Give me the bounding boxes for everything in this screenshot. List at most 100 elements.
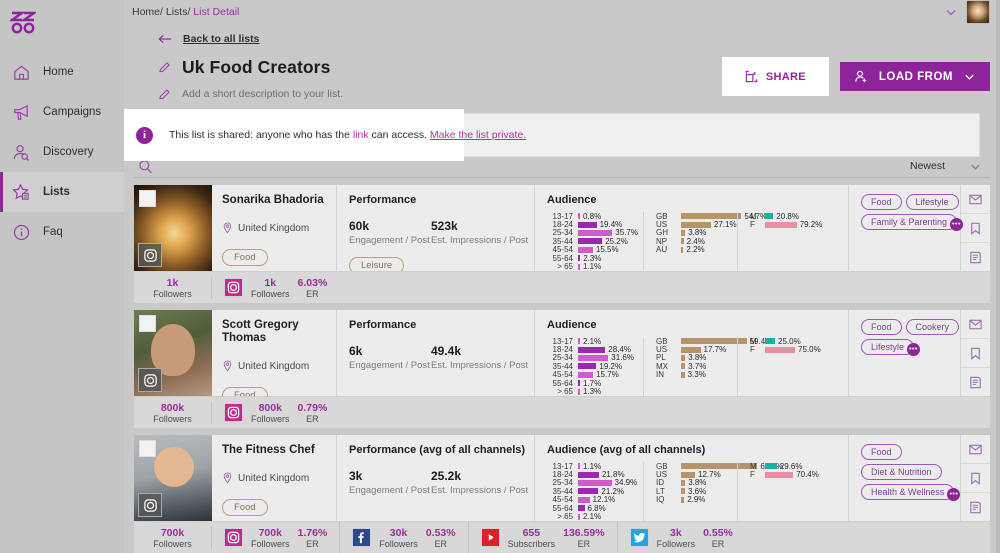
- action-message-button[interactable]: [961, 310, 990, 338]
- info-circle-icon: [13, 224, 30, 240]
- age-distribution-chart: 13-17 1.1% 18-24 21.8% 25-34 34.9% 35-44 21.2% 4…: [547, 462, 639, 521]
- sort-dropdown[interactable]: Newest: [910, 160, 990, 173]
- select-checkbox[interactable]: [139, 440, 156, 457]
- add-person-icon: [855, 71, 866, 83]
- breadcrumb-lists[interactable]: Lists/: [163, 6, 191, 18]
- instagram-icon[interactable]: [224, 528, 243, 547]
- action-message-button[interactable]: [961, 185, 990, 213]
- more-tags-badge[interactable]: •••: [907, 343, 921, 356]
- card-actions: [960, 435, 990, 521]
- influencer-location: United Kingdom: [222, 360, 336, 372]
- interest-tag[interactable]: Food: [861, 444, 902, 460]
- facebook-icon[interactable]: [352, 528, 371, 547]
- social-stat-group: 1k Followers 6.03% ER: [212, 272, 339, 304]
- category-tag[interactable]: Food: [222, 499, 268, 517]
- social-followers: 3k Followers: [657, 527, 696, 549]
- pencil-icon[interactable]: [158, 88, 171, 101]
- social-followers-caption: Followers: [251, 538, 290, 549]
- bar-fill: [578, 380, 580, 387]
- influencer-name[interactable]: The Fitness Chef: [222, 444, 336, 457]
- more-tags-badge[interactable]: •••: [950, 218, 964, 231]
- influencer-identity: The Fitness Chef United Kingdom Food: [212, 435, 336, 521]
- card-footer: 1k Followers 1k Followers 6.03% ER: [134, 271, 990, 303]
- social-stat-group: 700k Followers 1.76% ER: [212, 521, 341, 553]
- primary-network-badge[interactable]: [138, 493, 162, 517]
- interest-tags-section: Food Cookery Lifestyle •••: [848, 310, 960, 396]
- bar-fill: [578, 213, 580, 220]
- action-note-button[interactable]: [961, 492, 990, 521]
- bookmark-icon: [971, 347, 980, 360]
- more-tags-badge[interactable]: •••: [947, 488, 961, 501]
- action-bookmark-button[interactable]: [961, 463, 990, 492]
- chevron-down-icon: [965, 74, 974, 81]
- bar-label: > 65: [557, 262, 573, 272]
- bar-fill: [681, 479, 686, 486]
- youtube-icon[interactable]: [481, 528, 500, 547]
- interest-tag[interactable]: Food: [861, 194, 902, 210]
- action-bookmark-button[interactable]: [961, 213, 990, 242]
- action-message-button[interactable]: [961, 435, 990, 463]
- load-from-button[interactable]: LOAD FROM: [839, 62, 990, 92]
- app-logo[interactable]: [0, 0, 124, 46]
- influencer-name[interactable]: Scott Gregory Thomas: [222, 319, 336, 345]
- sidebar-item-faq[interactable]: Faq: [0, 212, 124, 252]
- banner-link[interactable]: link: [353, 129, 369, 141]
- location-label: United Kingdom: [238, 222, 310, 234]
- chevron-down-icon[interactable]: [944, 5, 958, 19]
- bar-fill: [681, 246, 684, 253]
- pencil-icon[interactable]: [158, 61, 171, 74]
- primary-network-badge[interactable]: [138, 243, 162, 267]
- interest-tag[interactable]: Lifestyle: [905, 194, 959, 210]
- sidebar-item-discovery[interactable]: Discovery: [0, 132, 124, 172]
- primary-network-badge[interactable]: [138, 368, 162, 392]
- app-root: Home Campaigns Discovery Lists Faq Home/…: [0, 0, 1000, 553]
- select-checkbox[interactable]: [139, 190, 156, 207]
- twitter-icon[interactable]: [630, 528, 649, 547]
- info-icon: i: [136, 126, 153, 144]
- bar-label: F: [750, 470, 755, 480]
- sort-value: Newest: [909, 160, 945, 173]
- interest-tag[interactable]: Family & Parenting •••: [861, 214, 964, 231]
- influencer-name[interactable]: Sonarika Bhadoria: [222, 194, 336, 207]
- interest-tag[interactable]: Lifestyle •••: [861, 339, 921, 356]
- bar-row: IN 3.3%: [656, 370, 733, 379]
- interest-tag[interactable]: Food: [861, 319, 902, 335]
- select-checkbox[interactable]: [139, 315, 156, 332]
- age-distribution-chart: 13-17 2.1% 18-24 28.4% 25-34 31.6% 35-44 19.2% 4…: [547, 337, 639, 396]
- star-list-icon: [12, 182, 29, 200]
- vertical-scrollbar[interactable]: [996, 0, 1000, 553]
- bar-fill: [681, 488, 685, 495]
- category-tag[interactable]: Food: [222, 249, 268, 267]
- make-list-private-link[interactable]: Make the list private.: [430, 129, 526, 141]
- social-er-caption: ER: [306, 413, 319, 424]
- bar-fill: [578, 505, 585, 512]
- gender-distribution-chart: M 25.0% F 75.0%: [737, 337, 821, 396]
- bar-fill: [578, 346, 606, 353]
- action-note-button[interactable]: [961, 367, 990, 396]
- instagram-icon[interactable]: [224, 403, 243, 422]
- sidebar-item-lists[interactable]: Lists: [0, 172, 124, 212]
- social-er: 6.03% ER: [298, 277, 328, 299]
- social-followers: 1k Followers: [251, 277, 290, 299]
- social-followers-value: 800k: [258, 401, 282, 414]
- share-button[interactable]: SHARE: [726, 62, 824, 92]
- bar-fill: [681, 213, 742, 220]
- instagram-icon[interactable]: [224, 278, 243, 297]
- breadcrumb-home[interactable]: Home/: [132, 6, 163, 18]
- arrow-left-icon[interactable]: [158, 33, 173, 45]
- interest-tag[interactable]: Health & Wellness •••: [861, 484, 961, 501]
- sidebar-item-campaigns[interactable]: Campaigns: [0, 92, 124, 132]
- bar-track: 75.0%: [765, 345, 821, 354]
- list-description-placeholder[interactable]: Add a short description to your list.: [182, 88, 343, 100]
- action-bookmark-button[interactable]: [961, 338, 990, 367]
- bar-row: > 65 2.1%: [547, 512, 639, 521]
- avatar[interactable]: [966, 0, 990, 25]
- interest-tag[interactable]: Cookery: [905, 319, 960, 335]
- sidebar-item-home[interactable]: Home: [0, 52, 124, 92]
- back-to-all-lists-link[interactable]: Back to all lists: [183, 33, 259, 45]
- action-note-button[interactable]: [961, 242, 990, 271]
- share-banner-text: This list is shared: anyone who has the …: [169, 129, 526, 141]
- card-actions: [960, 310, 990, 396]
- bar-fill: [681, 229, 686, 236]
- interest-tag[interactable]: Diet & Nutrition: [861, 464, 942, 480]
